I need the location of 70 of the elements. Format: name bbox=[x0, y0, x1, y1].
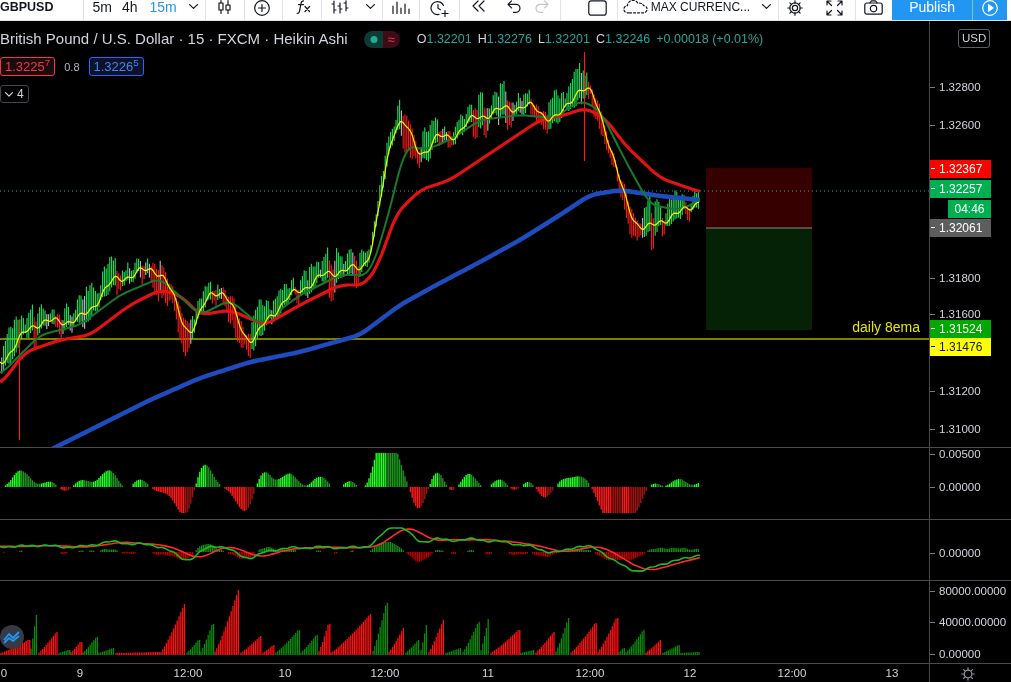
symbol-search-button[interactable]: GBPUSD bbox=[0, 0, 54, 14]
indicator-scale-label: 40000.00000 bbox=[939, 616, 1007, 628]
layout-selector-button[interactable]: MAX CURRENC... bbox=[622, 0, 772, 14]
interval-tab[interactable]: 4h bbox=[121, 0, 138, 14]
square-icon[interactable] bbox=[587, 0, 607, 16]
plus-circle-icon[interactable] bbox=[253, 0, 270, 16]
price-scale-label: 1.32600 bbox=[939, 118, 981, 132]
price-marker: 1.32061 bbox=[930, 219, 991, 237]
time-scale-label: 12:00 bbox=[575, 666, 605, 680]
sell-price-button[interactable]: 1.3225$^{7}$ bbox=[0, 57, 56, 76]
time-scale-label: 12:00 bbox=[370, 666, 400, 680]
settings-icon[interactable] bbox=[961, 667, 975, 681]
dashed-cloud-icon bbox=[622, 0, 648, 14]
price-marker: 1.32257 bbox=[930, 180, 991, 198]
spread-value: 0.8 bbox=[64, 59, 80, 74]
price-scale-label: 1.31600 bbox=[939, 307, 981, 321]
line-label: daily 8ema bbox=[852, 319, 920, 335]
bar-countdown-label: 04:46 bbox=[948, 200, 991, 218]
price-marker: 1.32367 bbox=[930, 160, 991, 178]
candles-icon[interactable] bbox=[217, 0, 231, 14]
indicator-scale-label: 0.00000 bbox=[939, 481, 981, 493]
time-scale-label: 10 bbox=[278, 666, 292, 680]
price-scale-label: 1.31200 bbox=[939, 384, 981, 398]
ohlc-label: H bbox=[477, 31, 487, 48]
bars-icon[interactable] bbox=[390, 0, 411, 14]
time-scale-label: 9 bbox=[76, 666, 84, 680]
time-scale-label: 11 bbox=[482, 666, 494, 680]
caret-icon bbox=[5, 91, 13, 97]
caret-icon[interactable] bbox=[188, 4, 198, 9]
ohlc-value: 1.32246 bbox=[605, 31, 651, 48]
ohlc-label: O bbox=[416, 31, 427, 48]
price-change: +0.00018 (+0.01%) bbox=[656, 31, 764, 48]
settings-icon[interactable] bbox=[787, 0, 804, 16]
zigzag-disc-icon[interactable] bbox=[0, 625, 24, 649]
interval-tab[interactable]: 5m bbox=[92, 0, 112, 14]
symbol-title: British Pound / U.S. Dollar · 15 · FXCM · Heikin Ashi bbox=[0, 30, 348, 48]
buy-price-button[interactable]: 1.3226$^{5}$ bbox=[88, 57, 144, 76]
time-scale-label: 0 bbox=[0, 666, 8, 680]
undo-icon[interactable] bbox=[506, 0, 521, 13]
function-icon[interactable] bbox=[294, 0, 311, 14]
ohlc-value: 1.32201 bbox=[544, 31, 591, 48]
rewind-icon[interactable] bbox=[470, 0, 486, 12]
play-circle-icon bbox=[982, 0, 999, 16]
price-marker: 1.31524 bbox=[930, 320, 991, 338]
alarm-plus-icon[interactable] bbox=[429, 0, 449, 17]
play-button[interactable] bbox=[973, 0, 1008, 20]
price-scale-label: 1.32800 bbox=[939, 80, 981, 94]
time-scale-label: 12:00 bbox=[173, 666, 203, 680]
price-scale-label: 1.31000 bbox=[939, 422, 981, 436]
time-scale-label: 12 bbox=[683, 666, 697, 680]
indicator-scale-label: 0.00000 bbox=[939, 648, 981, 660]
ohlc-value: 1.32276 bbox=[486, 31, 532, 48]
indicator-scale-label: 0.00000 bbox=[939, 547, 981, 559]
chart-type-button[interactable] bbox=[330, 0, 375, 14]
camera-icon[interactable] bbox=[864, 0, 884, 15]
fullscreen-icon[interactable] bbox=[826, 0, 844, 16]
ohlc-label: C bbox=[596, 31, 606, 48]
currency-button[interactable]: USD bbox=[958, 29, 991, 48]
ohlc-bars-icon bbox=[330, 0, 349, 14]
ohlc-label: L bbox=[537, 31, 545, 48]
price-scale-label: 1.31800 bbox=[939, 271, 981, 285]
caret-icon bbox=[365, 4, 375, 9]
indicators-toggle-button[interactable]: 4 bbox=[0, 85, 29, 103]
caret-icon bbox=[762, 4, 772, 9]
indicator-scale-label: 80000.00000 bbox=[939, 585, 1007, 597]
time-scale-label: 12:00 bbox=[777, 666, 807, 680]
time-scale-label: 13 bbox=[885, 666, 899, 680]
ohlc-value: 1.32201 bbox=[426, 31, 472, 48]
price-marker: 1.31476 bbox=[930, 338, 991, 356]
indicator-scale-label: 0.00500 bbox=[939, 448, 981, 460]
